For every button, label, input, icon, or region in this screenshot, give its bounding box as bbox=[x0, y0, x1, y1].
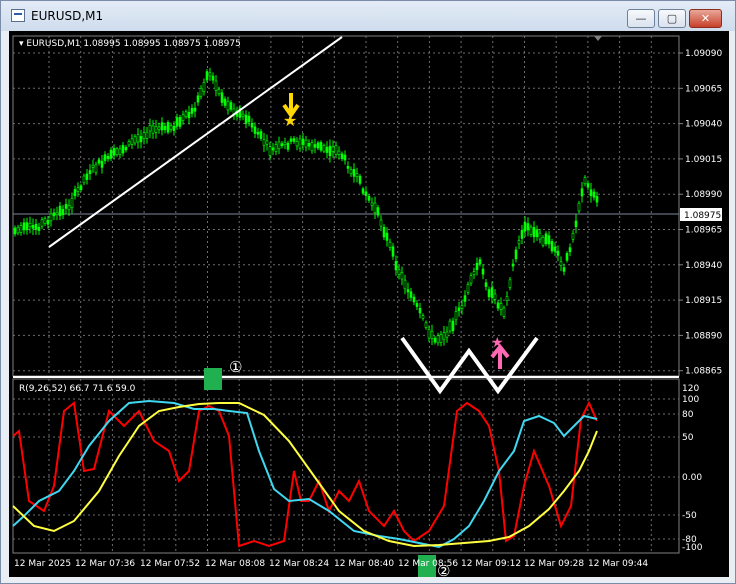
price-level-label: 1.09040 bbox=[685, 120, 722, 130]
indicator-level-label: 50 bbox=[682, 433, 694, 443]
price-level-label: 1.08890 bbox=[685, 331, 722, 341]
indicator-level-label: 120 bbox=[682, 384, 699, 394]
svg-text:★: ★ bbox=[283, 111, 297, 130]
title-bar[interactable]: EURUSD,M1 — ▢ ✕ bbox=[1, 1, 735, 31]
price-level-label: 1.08965 bbox=[685, 226, 722, 236]
marker-box-1 bbox=[204, 368, 222, 390]
time-label: 12 Mar 08:40 bbox=[334, 559, 394, 569]
time-label: 12 Mar 2025 bbox=[14, 559, 71, 569]
maximize-button[interactable]: ▢ bbox=[658, 9, 686, 28]
sell-arrow-icon: ★ bbox=[282, 93, 300, 130]
chart-area[interactable]: ★ ★ 1.09090 1.09065 1.09040 1.09015 1.08990 1… bbox=[9, 31, 729, 580]
chart-canvas[interactable]: ★ ★ 1.09090 1.09065 1.09040 1.09015 1.08990 1… bbox=[9, 31, 729, 580]
buy-arrow-icon: ★ bbox=[490, 335, 510, 369]
price-level-label: 1.09015 bbox=[685, 155, 722, 165]
candles bbox=[13, 67, 599, 347]
indicator-level-label: -50 bbox=[682, 511, 697, 521]
indicator-axis: 12010080500.00-50-80-100 bbox=[682, 384, 703, 553]
chart-header-label: ▾ EURUSD,M1 1.08995 1.08995 1.08975 1.08… bbox=[19, 39, 241, 49]
indicator-level-label: 0.00 bbox=[682, 473, 702, 483]
close-button[interactable]: ✕ bbox=[689, 9, 722, 28]
time-label: 12 Mar 08:24 bbox=[269, 559, 329, 569]
time-label: 12 Mar 08:56 bbox=[398, 559, 458, 569]
terminal-window: EURUSD,M1 — ▢ ✕ ★ ★ 1.09090 1.09065 1.09… bbox=[0, 0, 736, 584]
price-level-label: 1.08940 bbox=[685, 261, 722, 271]
time-label: 12 Mar 08:08 bbox=[205, 559, 265, 569]
price-level-label: 1.08990 bbox=[685, 190, 722, 200]
indicator-level-label: 100 bbox=[682, 395, 699, 405]
time-label: 12 Mar 09:44 bbox=[588, 559, 648, 569]
chart-shift-icon[interactable] bbox=[594, 36, 602, 41]
price-level-label: 1.09065 bbox=[685, 84, 722, 94]
price-level-label: 1.09090 bbox=[685, 49, 722, 59]
indicator-yellow-line bbox=[12, 402, 598, 548]
minimize-button[interactable]: — bbox=[627, 9, 655, 28]
chart-window-icon bbox=[11, 9, 25, 22]
indicator-level-label: -100 bbox=[682, 543, 703, 553]
time-label: 12 Mar 09:12 bbox=[461, 559, 521, 569]
pattern-zigzag[interactable] bbox=[400, 336, 539, 395]
price-level-label: 1.08865 bbox=[685, 367, 722, 377]
indicator-cyan-line bbox=[12, 399, 598, 549]
svg-text:★: ★ bbox=[491, 335, 504, 351]
indicator-level-label: 80 bbox=[682, 410, 694, 420]
time-label: 12 Mar 07:36 bbox=[75, 559, 135, 569]
time-label: 12 Mar 09:28 bbox=[524, 559, 584, 569]
current-price-label: 1.08975 bbox=[684, 211, 721, 221]
window-title: EURUSD,M1 bbox=[31, 9, 104, 23]
price-level-label: 1.08915 bbox=[685, 296, 722, 306]
annotation-1: ① bbox=[229, 358, 242, 376]
indicator-red-line bbox=[12, 400, 598, 548]
time-label: 12 Mar 07:52 bbox=[140, 559, 200, 569]
indicator-label: R(9,26,52) 66.7 71.6 59.0 bbox=[19, 384, 136, 394]
time-axis: 12 Mar 2025 12 Mar 07:36 12 Mar 07:52 12 Ma… bbox=[14, 559, 648, 569]
